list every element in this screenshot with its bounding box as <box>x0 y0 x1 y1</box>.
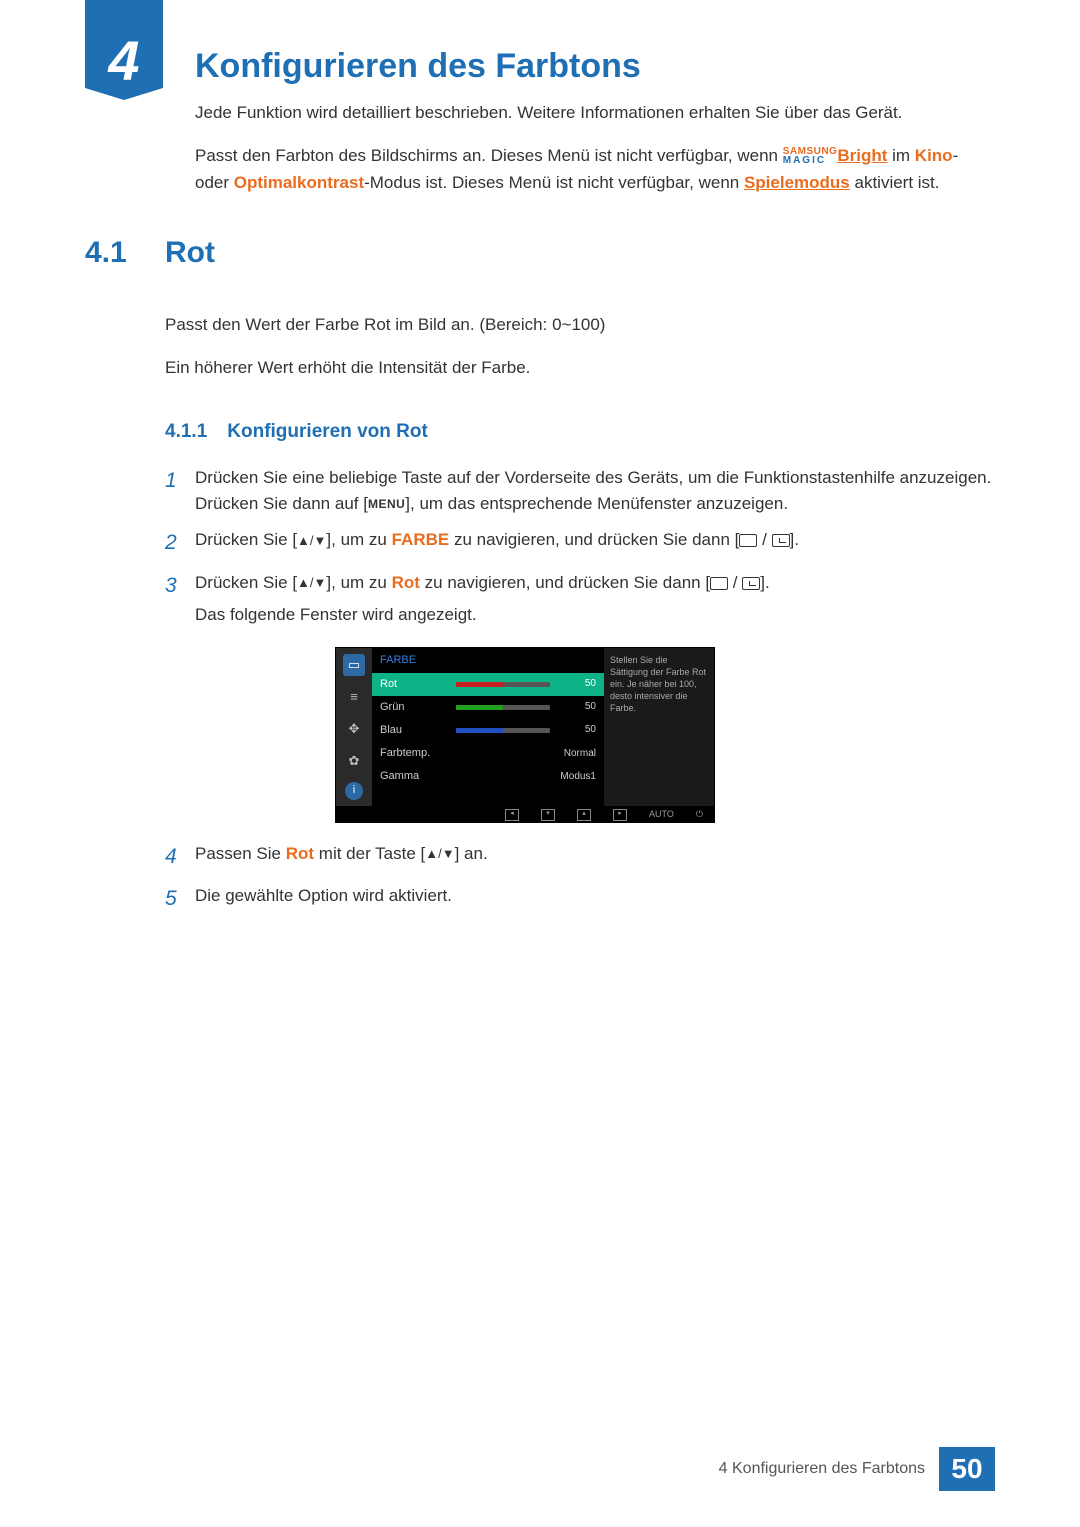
osd-row: Blau50 <box>372 719 604 742</box>
spielemodus-link[interactable]: Spielemodus <box>744 173 850 192</box>
kino-label: Kino <box>915 146 953 165</box>
enter-icon <box>772 534 790 547</box>
page-footer: 4 Konfigurieren des Farbtons 50 <box>719 1447 995 1491</box>
osd-row: Rot50 <box>372 673 604 696</box>
osd-row: Farbtemp.Normal <box>372 742 604 765</box>
up-down-icon: ▲/▼ <box>297 573 326 593</box>
step-1: 1 Drücken Sie eine beliebige Taste auf d… <box>165 465 995 518</box>
arrows-icon: ✥ <box>343 718 365 740</box>
osd-screenshot: ▭ ≡ ✥ ✿ i FARBE Rot50Grün50Blau50Farbtem… <box>335 647 715 823</box>
enter-icon <box>742 577 760 590</box>
steps-list-cont: 4 Passen Sie Rot mit der Taste [▲/▼] an.… <box>165 841 995 916</box>
right-icon: ▸ <box>613 809 627 821</box>
page-number: 50 <box>939 1447 995 1491</box>
up-icon: ▴ <box>577 809 591 821</box>
intro-p2: Passt den Farbton des Bildschirms an. Di… <box>195 143 995 196</box>
left-icon: ◂ <box>505 809 519 821</box>
chapter-title: Konfigurieren des Farbtons <box>195 40 641 93</box>
gear-icon: ✿ <box>343 750 365 772</box>
osd-footer: ◂ ▾ ▴ ▸ AUTO ⏻ <box>335 807 715 823</box>
section-heading: 4.1 Rot <box>85 230 995 277</box>
section-p1: Passt den Wert der Farbe Rot im Bild an.… <box>165 312 995 338</box>
osd-main: FARBE Rot50Grün50Blau50Farbtemp.NormalGa… <box>372 648 604 806</box>
intro-p1: Jede Funktion wird detailliert beschrieb… <box>195 100 995 126</box>
info-icon: i <box>345 782 363 800</box>
display-icon <box>710 577 728 590</box>
auto-label: AUTO <box>649 808 674 822</box>
chapter-badge: 4 <box>85 0 163 88</box>
steps-list: 1 Drücken Sie eine beliebige Taste auf d… <box>165 465 995 629</box>
section-title: Rot <box>165 230 215 277</box>
monitor-icon: ▭ <box>343 654 365 676</box>
down-icon: ▾ <box>541 809 555 821</box>
osd-sidebar: ▭ ≡ ✥ ✿ i <box>336 648 372 806</box>
step-2: 2 Drücken Sie [▲/▼], um zu FARBE zu navi… <box>165 527 995 560</box>
step-5: 5 Die gewählte Option wird aktiviert. <box>165 883 995 916</box>
section-number: 4.1 <box>85 230 165 277</box>
farbe-label: FARBE <box>392 530 450 549</box>
optimal-label: Optimalkontrast <box>234 173 364 192</box>
osd-title: FARBE <box>372 648 604 673</box>
list-icon: ≡ <box>343 686 365 708</box>
rot-label: Rot <box>392 573 420 592</box>
subsection-heading: 4.1.1Konfigurieren von Rot <box>165 417 995 446</box>
section-body: Passt den Wert der Farbe Rot im Bild an.… <box>165 312 995 916</box>
osd-row: Grün50 <box>372 696 604 719</box>
rot-label: Rot <box>286 844 314 863</box>
up-down-icon: ▲/▼ <box>425 844 454 864</box>
footer-text: 4 Konfigurieren des Farbtons <box>719 1457 925 1482</box>
power-icon: ⏻ <box>696 808 703 822</box>
up-down-icon: ▲/▼ <box>297 531 326 551</box>
bright-link[interactable]: Bright <box>837 146 887 165</box>
osd-help-text: Stellen Sie die Sättigung der Farbe Rot … <box>604 648 714 806</box>
menu-button-label: MENU <box>368 495 405 514</box>
step-4: 4 Passen Sie Rot mit der Taste [▲/▼] an. <box>165 841 995 874</box>
intro-block: Jede Funktion wird detailliert beschrieb… <box>195 100 995 196</box>
display-icon <box>739 534 757 547</box>
section-p2: Ein höherer Wert erhöht die Intensität d… <box>165 355 995 381</box>
step-3: 3 Drücken Sie [▲/▼], um zu Rot zu navigi… <box>165 570 995 629</box>
samsung-magic-logo: SAMSUNGMAGIC <box>783 147 838 166</box>
chapter-number: 4 <box>85 18 163 105</box>
osd-row: GammaModus1 <box>372 765 604 788</box>
